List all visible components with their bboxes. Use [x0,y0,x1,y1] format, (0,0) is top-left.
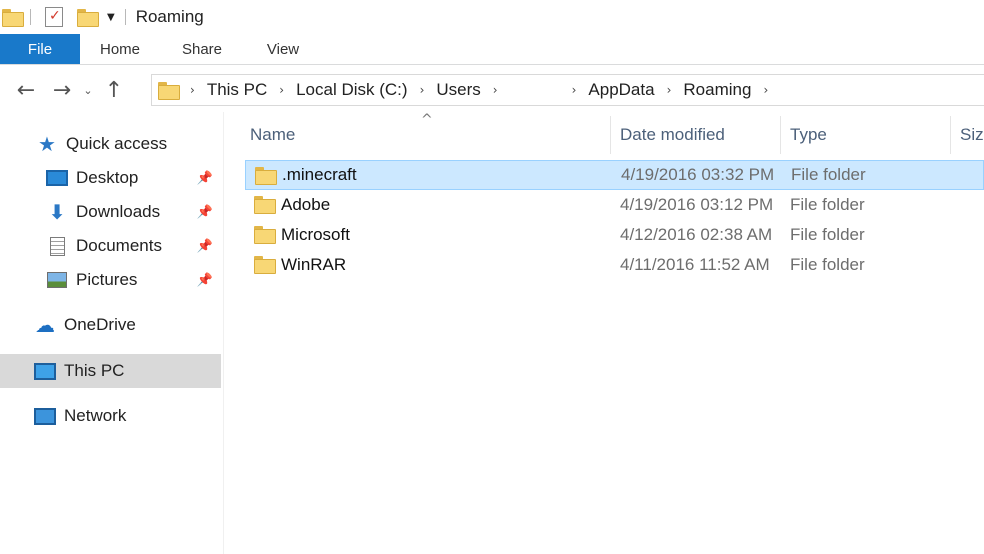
column-header-type[interactable]: Type [790,112,950,158]
chevron-right-icon[interactable]: › [667,83,672,97]
chevron-right-icon[interactable]: › [190,83,195,97]
downloads-icon: ⬇ [48,200,66,224]
window-title: Roaming [135,7,204,26]
file-date: 4/11/2016 11:52 AM [620,255,770,274]
file-row[interactable]: .minecraft 4/19/2016 03:32 PM File folde… [245,160,984,190]
nav-label: Desktop [76,168,139,187]
address-bar[interactable]: › This PC › Local Disk (C:) › Users › › … [151,74,984,106]
tab-share[interactable]: Share [160,34,244,64]
forward-button[interactable]: → [46,78,78,103]
breadcrumb-this-pc[interactable]: This PC [207,80,267,100]
chevron-right-icon[interactable]: › [420,83,425,97]
nav-pictures[interactable]: Pictures 📌 [0,263,221,297]
network-icon [34,406,56,426]
breadcrumb-local-disk[interactable]: Local Disk (C:) [296,80,407,100]
file-type: File folder [791,165,866,184]
nav-label: Downloads [76,202,161,221]
file-name: WinRAR [281,255,347,274]
nav-onedrive[interactable]: ☁ OneDrive [0,308,221,342]
properties-icon[interactable] [45,7,63,27]
ribbon-tabs: File Home Share View [0,34,984,65]
folder-icon [255,167,277,185]
desktop-icon [46,168,68,188]
breadcrumb-roaming[interactable]: Roaming [683,80,751,100]
back-button[interactable]: ← [10,78,42,103]
nav-label: Pictures [76,270,138,289]
column-header-date-modified[interactable]: Date modified [620,112,780,158]
pin-icon[interactable]: 📌 [197,273,213,288]
computer-icon [34,361,56,381]
file-type: File folder [790,195,865,214]
tab-view[interactable]: View [244,34,322,64]
tab-home[interactable]: Home [80,34,160,64]
title-bar: ▼ Roaming [0,0,984,34]
file-date: 4/12/2016 02:38 AM [620,225,773,244]
up-button[interactable]: ↑ [98,78,130,103]
column-header-name[interactable]: Name [250,112,610,158]
toolbar-divider [30,9,31,25]
nav-label: Documents [76,236,162,255]
file-list: ^ Name Date modified Type Size .minecraf… [225,112,984,554]
folder-icon [158,82,180,100]
chevron-right-icon[interactable]: › [763,83,768,97]
breadcrumb-appdata[interactable]: AppData [588,80,654,100]
new-folder-icon[interactable] [77,9,99,27]
nav-documents[interactable]: Documents 📌 [0,229,221,263]
documents-icon [46,236,68,256]
nav-label: This PC [64,361,125,380]
folder-icon [254,226,276,244]
file-name: Adobe [281,195,331,214]
file-row[interactable]: Microsoft 4/12/2016 02:38 AM File folder [245,220,984,250]
customize-toolbar-dropdown-icon[interactable]: ▼ [107,12,115,23]
file-date: 4/19/2016 03:12 PM [620,195,774,214]
nav-quick-access[interactable]: ★ Quick access [0,127,221,161]
toolbar-divider [124,9,126,25]
file-name: .minecraft [282,165,357,184]
recent-locations-button[interactable]: ⌄ [78,84,98,97]
column-divider[interactable] [610,116,611,154]
nav-label: OneDrive [64,315,136,334]
file-date: 4/19/2016 03:32 PM [621,165,775,184]
pin-icon[interactable]: 📌 [197,171,213,186]
folder-icon[interactable] [2,9,24,27]
column-divider[interactable] [950,116,951,154]
pictures-icon [46,270,68,290]
file-row[interactable]: Adobe 4/19/2016 03:12 PM File folder [245,190,984,220]
file-name: Microsoft [281,225,350,244]
breadcrumb-users[interactable]: Users [436,80,480,100]
column-header-size[interactable]: Size [960,112,984,158]
nav-desktop[interactable]: Desktop 📌 [0,161,221,195]
tab-file[interactable]: File [0,34,80,64]
file-type: File folder [790,255,865,274]
nav-label: Network [64,406,127,425]
file-row[interactable]: WinRAR 4/11/2016 11:52 AM File folder [245,250,984,280]
chevron-right-icon[interactable]: › [572,83,577,97]
file-type: File folder [790,225,865,244]
nav-downloads[interactable]: ⬇ Downloads 📌 [0,195,221,229]
chevron-right-icon[interactable]: › [493,83,498,97]
column-divider[interactable] [780,116,781,154]
nav-network[interactable]: Network [0,399,221,433]
folder-icon [254,196,276,214]
star-icon: ★ [38,132,56,156]
onedrive-cloud-icon: ☁ [35,313,55,337]
pin-icon[interactable]: 📌 [197,239,213,254]
chevron-right-icon[interactable]: › [279,83,284,97]
navigation-pane: ★ Quick access Desktop 📌 ⬇ Downloads 📌 D… [0,112,224,554]
navigation-bar: ← → ⌄ ↑ › This PC › Local Disk (C:) › Us… [0,68,984,112]
folder-icon [254,256,276,274]
nav-this-pc[interactable]: This PC [0,354,221,388]
nav-label: Quick access [66,134,168,153]
pin-icon[interactable]: 📌 [197,205,213,220]
